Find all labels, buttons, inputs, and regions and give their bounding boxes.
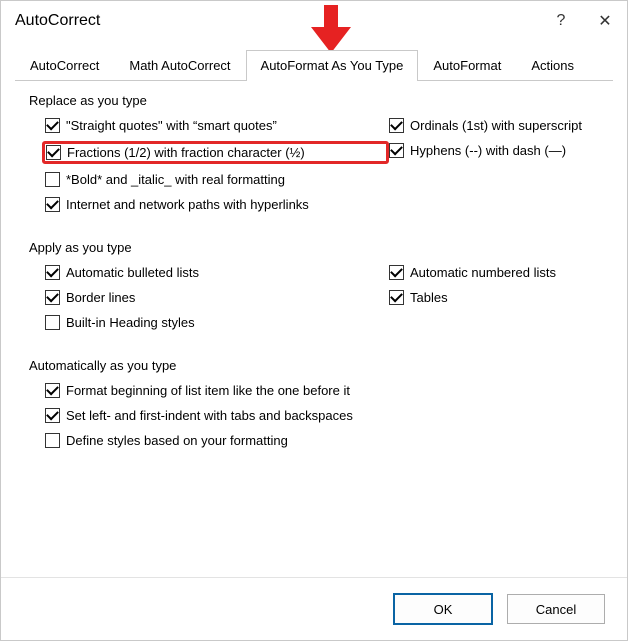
group-title-apply: Apply as you type: [29, 240, 599, 255]
checkbox-border-lines[interactable]: [45, 290, 60, 305]
help-button[interactable]: ?: [539, 1, 583, 41]
options-panel: Replace as you type "Straight quotes" wi…: [1, 81, 627, 450]
label-auto-numbered: Automatic numbered lists: [410, 265, 556, 280]
checkbox-straight-quotes[interactable]: [45, 118, 60, 133]
checkbox-hyphens[interactable]: [389, 143, 404, 158]
label-define-styles: Define styles based on your formatting: [66, 433, 288, 448]
title-bar: AutoCorrect ? ✕: [1, 1, 627, 41]
tab-actions[interactable]: Actions: [516, 50, 589, 81]
option-internet-paths[interactable]: Internet and network paths with hyperlin…: [45, 195, 389, 214]
option-straight-quotes[interactable]: "Straight quotes" with “smart quotes”: [45, 116, 389, 135]
dialog-footer: OK Cancel: [1, 577, 627, 640]
close-button[interactable]: ✕: [583, 1, 627, 41]
option-auto-numbered[interactable]: Automatic numbered lists: [389, 263, 599, 282]
tab-autocorrect[interactable]: AutoCorrect: [15, 50, 114, 81]
option-format-beginning[interactable]: Format beginning of list item like the o…: [45, 381, 599, 400]
tab-autoformat-as-you-type[interactable]: AutoFormat As You Type: [246, 50, 419, 81]
checkbox-tables[interactable]: [389, 290, 404, 305]
tab-strip: AutoCorrect Math AutoCorrect AutoFormat …: [15, 49, 613, 81]
group-automatically-as-you-type: Automatically as you type Format beginni…: [29, 358, 599, 450]
label-fractions: Fractions (1/2) with fraction character …: [67, 145, 305, 160]
option-tables[interactable]: Tables: [389, 288, 599, 307]
label-heading-styles: Built-in Heading styles: [66, 315, 195, 330]
checkbox-heading-styles[interactable]: [45, 315, 60, 330]
checkbox-set-indent[interactable]: [45, 408, 60, 423]
option-auto-bulleted[interactable]: Automatic bulleted lists: [45, 263, 389, 282]
autocorrect-dialog: AutoCorrect ? ✕ AutoCorrect Math AutoCor…: [0, 0, 628, 641]
tab-math-autocorrect[interactable]: Math AutoCorrect: [114, 50, 245, 81]
label-straight-quotes: "Straight quotes" with “smart quotes”: [66, 118, 277, 133]
checkbox-auto-numbered[interactable]: [389, 265, 404, 280]
label-internet-paths: Internet and network paths with hyperlin…: [66, 197, 309, 212]
group-title-auto: Automatically as you type: [29, 358, 599, 373]
checkbox-ordinals[interactable]: [389, 118, 404, 133]
option-set-indent[interactable]: Set left- and first-indent with tabs and…: [45, 406, 599, 425]
dialog-title: AutoCorrect: [15, 12, 100, 30]
option-bold-italic[interactable]: *Bold* and _italic_ with real formatting: [45, 170, 389, 189]
checkbox-internet-paths[interactable]: [45, 197, 60, 212]
checkbox-auto-bulleted[interactable]: [45, 265, 60, 280]
label-ordinals: Ordinals (1st) with superscript: [410, 118, 582, 133]
option-heading-styles[interactable]: Built-in Heading styles: [45, 313, 389, 332]
label-set-indent: Set left- and first-indent with tabs and…: [66, 408, 353, 423]
checkbox-format-beginning[interactable]: [45, 383, 60, 398]
label-bold-italic: *Bold* and _italic_ with real formatting: [66, 172, 285, 187]
ok-button[interactable]: OK: [393, 593, 493, 625]
checkbox-bold-italic[interactable]: [45, 172, 60, 187]
label-tables: Tables: [410, 290, 448, 305]
label-hyphens: Hyphens (--) with dash (—): [410, 143, 566, 158]
tab-autoformat[interactable]: AutoFormat: [418, 50, 516, 81]
option-ordinals[interactable]: Ordinals (1st) with superscript: [389, 116, 599, 135]
option-border-lines[interactable]: Border lines: [45, 288, 389, 307]
option-fractions[interactable]: Fractions (1/2) with fraction character …: [42, 141, 389, 164]
label-border-lines: Border lines: [66, 290, 135, 305]
group-apply-as-you-type: Apply as you type Automatic bulleted lis…: [29, 240, 599, 332]
option-define-styles[interactable]: Define styles based on your formatting: [45, 431, 599, 450]
group-replace-as-you-type: Replace as you type "Straight quotes" wi…: [29, 93, 599, 214]
group-title-replace: Replace as you type: [29, 93, 599, 108]
label-format-beginning: Format beginning of list item like the o…: [66, 383, 350, 398]
cancel-button[interactable]: Cancel: [507, 594, 605, 624]
checkbox-fractions[interactable]: [46, 145, 61, 160]
label-auto-bulleted: Automatic bulleted lists: [66, 265, 199, 280]
option-hyphens[interactable]: Hyphens (--) with dash (—): [389, 141, 599, 160]
checkbox-define-styles[interactable]: [45, 433, 60, 448]
